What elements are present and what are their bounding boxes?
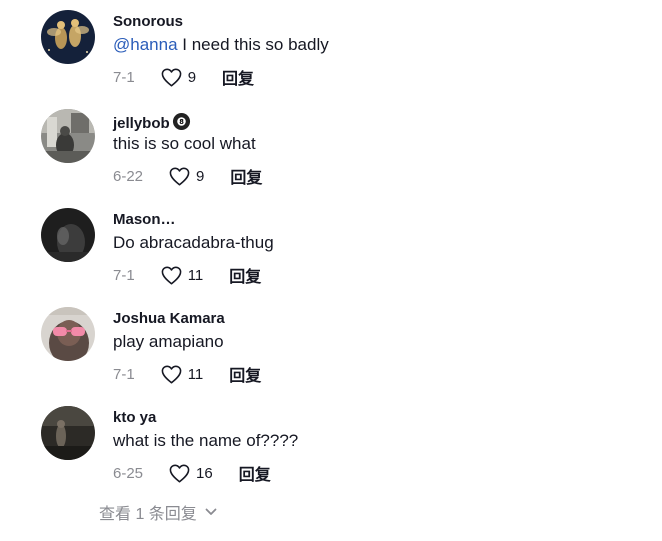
comment-meta: 6-22 9 回复 [113, 165, 262, 187]
comment-username[interactable]: kto ya [113, 409, 156, 426]
view-replies-label: 查看 1 条回复 [99, 506, 197, 523]
like-count: 16 [196, 464, 213, 482]
8-ball-icon: 8 [172, 112, 191, 135]
comment-meta: 7-1 9 回复 [113, 66, 254, 88]
heart-icon [161, 68, 182, 86]
comment-text: play amapiano [113, 332, 224, 352]
comment-body: what is the name of???? [113, 431, 299, 450]
comment-text: this is so cool what [113, 134, 256, 154]
comment-date: 7-1 [113, 68, 135, 86]
comment-username[interactable]: jellybob 8 [113, 112, 191, 135]
avatar[interactable] [41, 10, 95, 64]
chevron-down-icon [205, 508, 217, 515]
avatar[interactable] [41, 406, 95, 460]
like-button[interactable]: 9 [161, 68, 196, 87]
comment-item: Sonorous @hanna I need this so badly 7-1… [0, 0, 662, 99]
like-button[interactable]: 11 [161, 365, 204, 384]
comment-body: Do abracadabra-thug [113, 233, 274, 252]
like-button[interactable]: 9 [169, 167, 204, 186]
like-count: 9 [196, 167, 205, 185]
username-label: Mason… [113, 211, 176, 228]
mention-link[interactable]: @hanna [113, 35, 178, 54]
comment-username[interactable]: Joshua Kamara [113, 310, 225, 327]
comment-meta: 7-1 11 回复 [113, 363, 261, 385]
like-button[interactable]: 16 [169, 464, 213, 483]
avatar[interactable] [41, 307, 95, 361]
reply-button[interactable]: 回复 [222, 65, 254, 89]
comment-username[interactable]: Mason… [113, 211, 176, 228]
view-replies-button[interactable]: 查看 1 条回复 [99, 500, 217, 524]
comment-date: 6-25 [113, 464, 144, 482]
comment-username[interactable]: Sonorous [113, 13, 183, 30]
like-button[interactable]: 11 [161, 266, 204, 285]
reply-button[interactable]: 回复 [229, 362, 261, 386]
comment-text: Do abracadabra-thug [113, 233, 274, 253]
comment-item: kto ya what is the name of???? 6-25 16 回… [0, 396, 662, 495]
username-label: Joshua Kamara [113, 310, 225, 327]
comment-meta: 7-1 11 回复 [113, 264, 261, 286]
comment-date: 7-1 [113, 266, 135, 284]
comment-text: @hanna I need this so badly [113, 35, 329, 55]
like-count: 11 [187, 266, 204, 284]
comment-item: Mason… Do abracadabra-thug 7-1 11 回复 [0, 198, 662, 297]
comment-text: what is the name of???? [113, 431, 298, 451]
like-count: 9 [187, 68, 197, 86]
username-label: Sonorous [113, 13, 183, 30]
svg-text:8: 8 [179, 118, 184, 126]
comment-item: jellybob 8 this is so cool what 6-22 9 回… [0, 99, 662, 198]
reply-button[interactable]: 回复 [230, 164, 262, 188]
comment-body: I need this so badly [177, 35, 329, 54]
username-label: jellybob [113, 115, 170, 132]
avatar[interactable] [41, 208, 95, 262]
comment-body: this is so cool what [113, 134, 256, 153]
comment-date: 7-1 [113, 365, 135, 383]
heart-icon [161, 266, 182, 284]
heart-icon [161, 365, 182, 383]
comment-body: play amapiano [113, 332, 224, 351]
comment-item: Joshua Kamara play amapiano 7-1 11 回复 [0, 297, 662, 396]
avatar[interactable] [41, 109, 95, 163]
like-count: 11 [187, 365, 204, 383]
comment-date: 6-22 [113, 167, 144, 185]
heart-icon [169, 167, 190, 185]
comment-meta: 6-25 16 回复 [113, 462, 271, 484]
reply-button[interactable]: 回复 [229, 263, 261, 287]
reply-button[interactable]: 回复 [239, 461, 271, 485]
heart-icon [169, 464, 190, 482]
username-label: kto ya [113, 409, 157, 426]
